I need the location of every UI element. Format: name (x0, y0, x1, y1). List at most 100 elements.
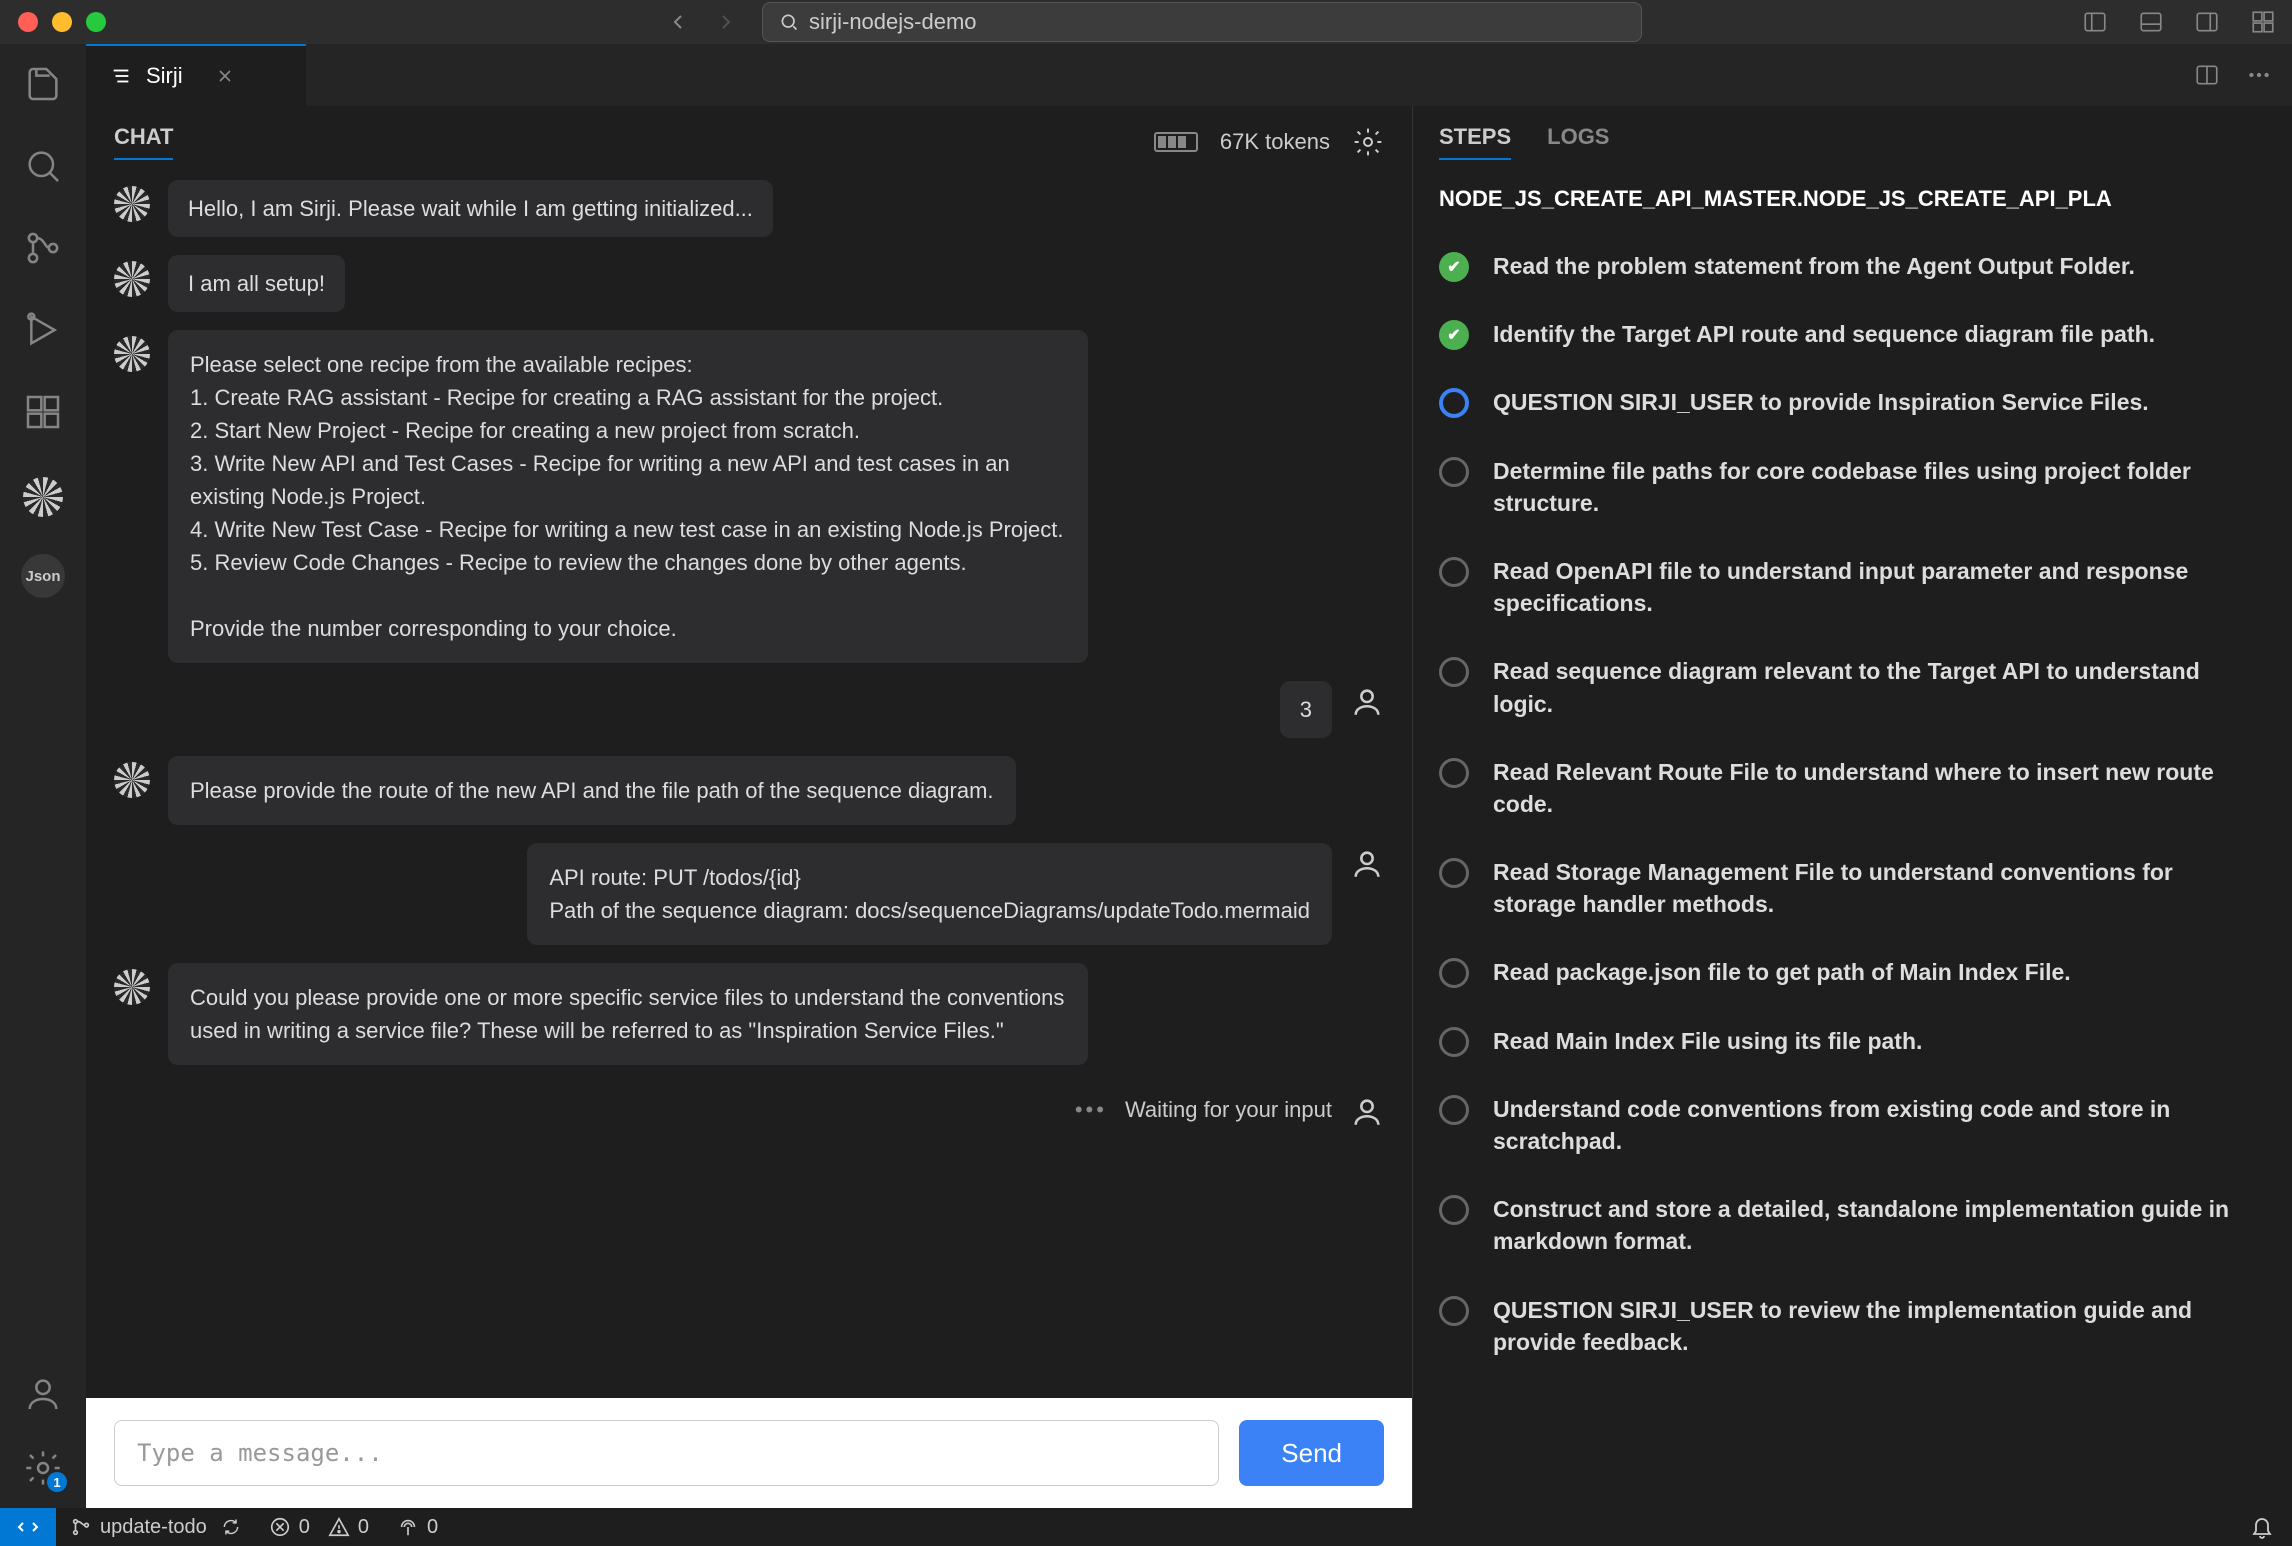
search-icon (779, 12, 799, 32)
step-text: Identify the Target API route and sequen… (1493, 318, 2155, 350)
ports-indicator[interactable]: 0 (383, 1508, 452, 1546)
panel-bottom-icon[interactable] (2138, 9, 2164, 35)
step-status-icon (1439, 1296, 1469, 1326)
tab-bar: Sirji (86, 44, 2292, 106)
step-item[interactable]: Identify the Target API route and sequen… (1439, 300, 2262, 368)
step-text: Read sequence diagram relevant to the Ta… (1493, 655, 2262, 719)
chat-input-area: Send (86, 1398, 1412, 1508)
nav-arrows (666, 10, 738, 34)
step-item[interactable]: Read the problem statement from the Agen… (1439, 232, 2262, 300)
send-button[interactable]: Send (1239, 1420, 1384, 1486)
token-count: 67K tokens (1220, 129, 1330, 155)
search-sidebar-icon[interactable] (21, 144, 65, 188)
more-actions-icon[interactable] (2246, 62, 2272, 88)
split-editor-icon[interactable] (2194, 62, 2220, 88)
branch-icon (70, 1516, 92, 1538)
nav-back-icon[interactable] (666, 10, 690, 34)
titlebar-actions (2082, 9, 2276, 35)
bot-message: Please select one recipe from the availa… (168, 330, 1088, 663)
command-palette-text: sirji-nodejs-demo (809, 9, 977, 35)
close-window-button[interactable] (18, 12, 38, 32)
step-text: QUESTION SIRJI_USER to review the implem… (1493, 1294, 2262, 1358)
maximize-window-button[interactable] (86, 12, 106, 32)
step-status-icon (1439, 1195, 1469, 1225)
gear-icon[interactable] (1352, 126, 1384, 158)
step-status-icon (1439, 1027, 1469, 1057)
tab-title: Sirji (146, 63, 183, 89)
user-message: 3 (1280, 681, 1332, 738)
step-text: Construct and store a detailed, standalo… (1493, 1193, 2262, 1257)
bot-avatar-icon (114, 186, 150, 222)
close-icon[interactable] (215, 66, 235, 86)
step-text: QUESTION SIRJI_USER to provide Inspirati… (1493, 386, 2149, 418)
titlebar: sirji-nodejs-demo (0, 0, 2292, 44)
user-avatar-icon (1350, 685, 1384, 719)
chat-panel: CHAT 67K tokens Hello, I am Sirji. Pleas… (86, 106, 1412, 1508)
activity-bar: Json 1 (0, 44, 86, 1508)
git-branch[interactable]: update-todo (56, 1508, 255, 1546)
remote-indicator[interactable] (0, 1508, 56, 1546)
bot-message: I am all setup! (168, 255, 345, 312)
bot-message: Could you please provide one or more spe… (168, 963, 1088, 1065)
chat-input[interactable] (114, 1420, 1219, 1486)
minimize-window-button[interactable] (52, 12, 72, 32)
step-text: Read the problem statement from the Agen… (1493, 250, 2135, 282)
error-icon (269, 1516, 291, 1538)
step-status-icon (1439, 252, 1469, 282)
run-debug-icon[interactable] (21, 308, 65, 352)
settings-gear-icon[interactable]: 1 (21, 1446, 65, 1490)
panel-left-icon[interactable] (2082, 9, 2108, 35)
step-item[interactable]: Determine file paths for core codebase f… (1439, 437, 2262, 537)
explorer-icon[interactable] (21, 62, 65, 106)
chat-messages[interactable]: Hello, I am Sirji. Please wait while I a… (86, 170, 1412, 1398)
customize-layout-icon[interactable] (2250, 9, 2276, 35)
chat-tab[interactable]: CHAT (114, 124, 173, 160)
typing-dots-icon: ••• (1075, 1097, 1107, 1123)
token-meter-icon (1154, 132, 1198, 152)
step-item[interactable]: Read OpenAPI file to understand input pa… (1439, 537, 2262, 637)
step-item[interactable]: Read sequence diagram relevant to the Ta… (1439, 637, 2262, 737)
problems-indicator[interactable]: 0 0 (255, 1508, 383, 1546)
step-item[interactable]: Read Relevant Route File to understand w… (1439, 738, 2262, 838)
nav-forward-icon[interactable] (714, 10, 738, 34)
step-item[interactable]: Construct and store a detailed, standalo… (1439, 1175, 2262, 1275)
user-avatar-icon (1350, 1095, 1384, 1129)
step-item[interactable]: Read Storage Management File to understa… (1439, 838, 2262, 938)
step-item[interactable]: Read package.json file to get path of Ma… (1439, 938, 2262, 1006)
step-item[interactable]: QUESTION SIRJI_USER to provide Inspirati… (1439, 368, 2262, 436)
step-status-icon (1439, 457, 1469, 487)
panel-right-icon[interactable] (2194, 9, 2220, 35)
bot-message: Please provide the route of the new API … (168, 756, 1016, 825)
sync-icon[interactable] (221, 1517, 241, 1537)
window-controls (18, 12, 106, 32)
step-item[interactable]: Understand code conventions from existin… (1439, 1075, 2262, 1175)
step-item[interactable]: QUESTION SIRJI_USER to review the implem… (1439, 1276, 2262, 1376)
step-status-icon (1439, 858, 1469, 888)
accounts-icon[interactable] (21, 1372, 65, 1416)
sirji-extension-icon[interactable] (21, 472, 65, 516)
command-palette[interactable]: sirji-nodejs-demo (762, 2, 1642, 42)
step-item[interactable]: Read Main Index File using its file path… (1439, 1007, 2262, 1075)
source-control-icon[interactable] (21, 226, 65, 270)
step-status-icon (1439, 657, 1469, 687)
step-status-icon (1439, 557, 1469, 587)
bot-avatar-icon (114, 969, 150, 1005)
json-extension-icon[interactable]: Json (21, 554, 65, 598)
warning-icon (328, 1516, 350, 1538)
tab-sirji[interactable]: Sirji (86, 44, 306, 106)
tab-logs[interactable]: LOGS (1547, 124, 1609, 160)
port-count: 0 (427, 1516, 438, 1539)
bell-icon[interactable] (2250, 1515, 2274, 1539)
steps-list[interactable]: Read the problem statement from the Agen… (1439, 232, 2292, 1490)
step-status-icon (1439, 758, 1469, 788)
user-avatar-icon (1350, 847, 1384, 881)
bot-avatar-icon (114, 762, 150, 798)
bot-avatar-icon (114, 261, 150, 297)
tab-steps[interactable]: STEPS (1439, 124, 1511, 160)
extensions-icon[interactable] (21, 390, 65, 434)
step-status-icon (1439, 388, 1469, 418)
steps-panel: STEPS LOGS NODE_JS_CREATE_API_MASTER.NOD… (1412, 106, 2292, 1508)
step-text: Read OpenAPI file to understand input pa… (1493, 555, 2262, 619)
step-text: Read Storage Management File to understa… (1493, 856, 2262, 920)
warning-count: 0 (358, 1516, 369, 1539)
